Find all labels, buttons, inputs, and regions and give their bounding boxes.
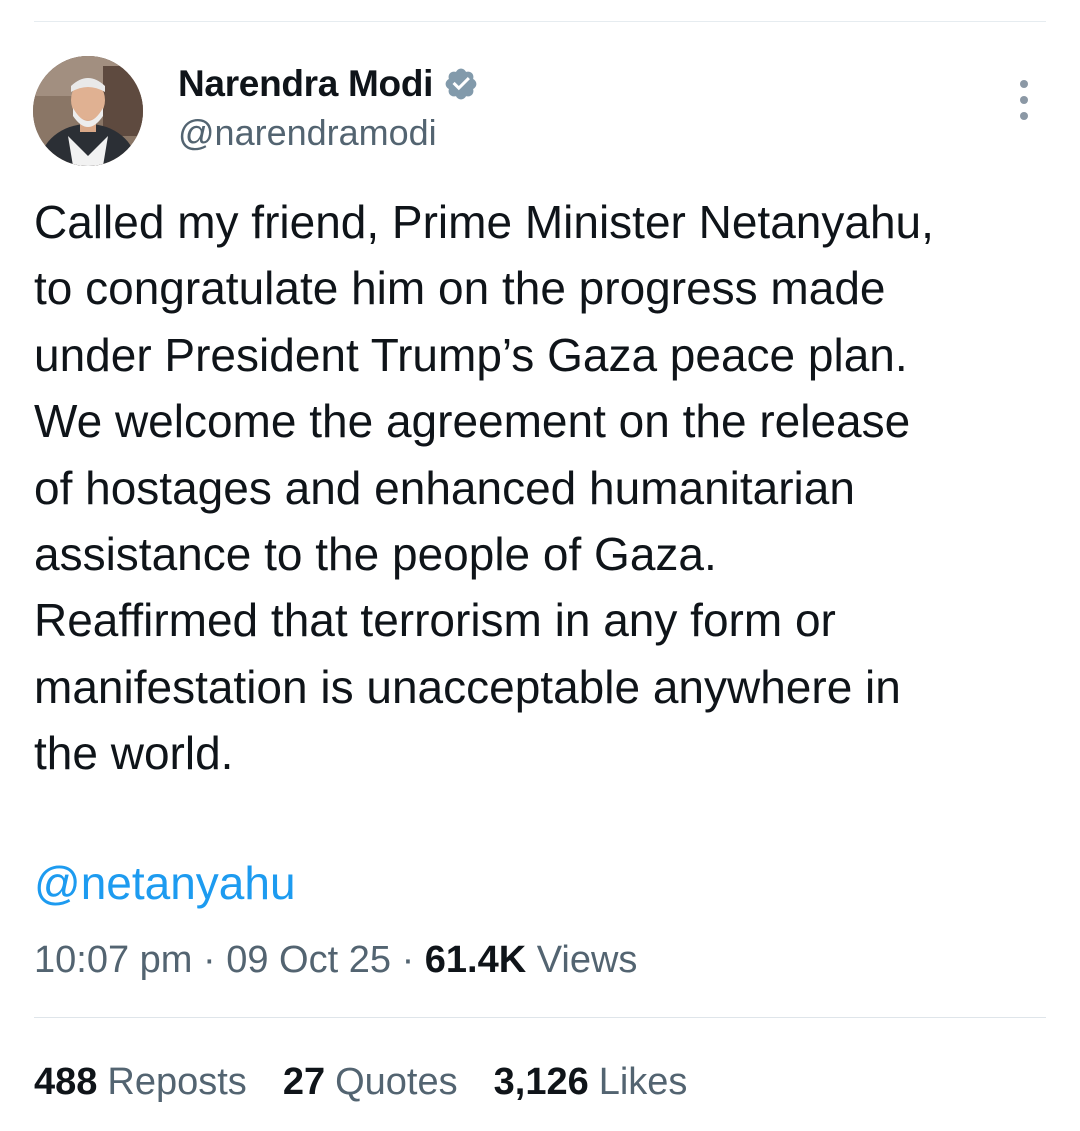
views-label: Views: [536, 939, 638, 981]
more-dot: [1020, 112, 1028, 120]
tweet-text: Called my friend, Prime Minister Netanya…: [34, 196, 934, 780]
mention-link[interactable]: @netanyahu: [34, 853, 296, 913]
verified-badge-icon: [443, 66, 479, 102]
reposts-count: 488: [34, 1061, 98, 1103]
reposts-stat[interactable]: 488 Reposts: [34, 1057, 247, 1107]
tweet-time[interactable]: 10:07 pm: [34, 939, 192, 981]
quotes-count: 27: [282, 1061, 326, 1103]
engagement-stats: 488 Reposts 27 Quotes 3,126 Likes: [34, 1057, 723, 1107]
author-name[interactable]: Narendra Modi: [178, 63, 433, 105]
tweet-meta: 10:07 pm · 09 Oct 25 · 61.4K Views: [34, 935, 637, 985]
views-count: 61.4K: [424, 939, 527, 981]
more-vertical-icon[interactable]: [1006, 80, 1042, 120]
top-divider: [34, 21, 1046, 22]
likes-label: Likes: [598, 1061, 688, 1103]
meta-separator: ·: [203, 939, 216, 981]
quotes-stat[interactable]: 27 Quotes: [283, 1057, 458, 1107]
reposts-label: Reposts: [107, 1061, 247, 1103]
quotes-label: Quotes: [335, 1061, 458, 1103]
more-dot: [1020, 96, 1028, 104]
avatar-photo: [33, 56, 143, 166]
likes-count: 3,126: [493, 1061, 589, 1103]
avatar[interactable]: [33, 56, 143, 166]
author-block: Narendra Modi @narendramodi: [178, 60, 479, 154]
stats-divider: [34, 1017, 1046, 1018]
tweet-date[interactable]: 09 Oct 25: [226, 939, 391, 981]
meta-separator: ·: [401, 939, 415, 981]
author-name-row: Narendra Modi: [178, 60, 479, 108]
likes-stat[interactable]: 3,126 Likes: [494, 1057, 688, 1107]
author-handle[interactable]: @narendramodi: [178, 112, 479, 154]
more-dot: [1020, 80, 1028, 88]
